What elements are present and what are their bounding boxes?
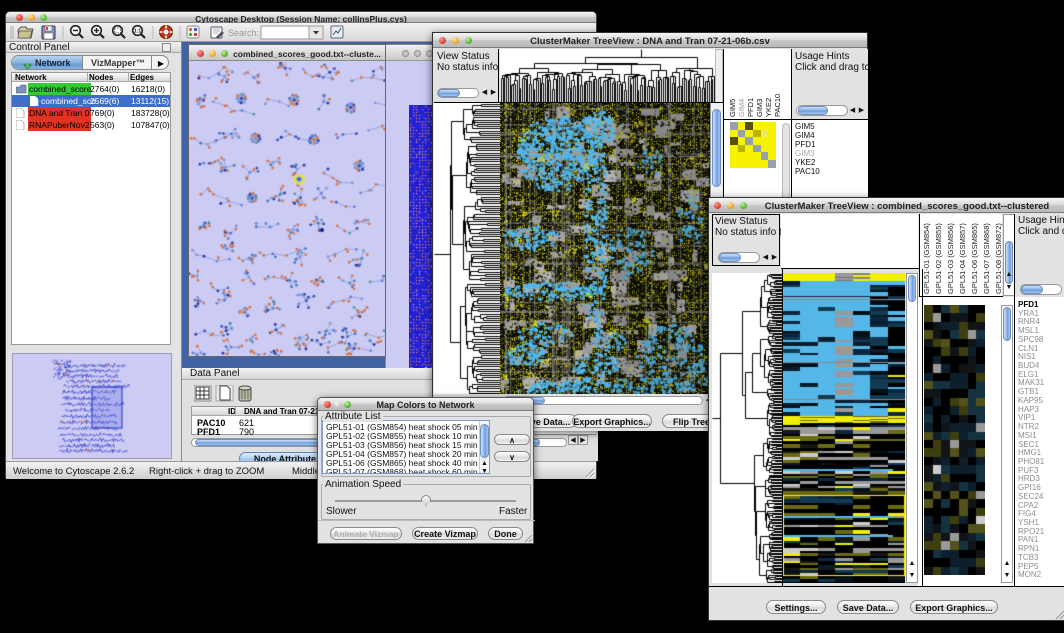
svg-text:1:1: 1:1 — [134, 29, 141, 35]
svg-text:Search:: Search: — [228, 28, 259, 38]
